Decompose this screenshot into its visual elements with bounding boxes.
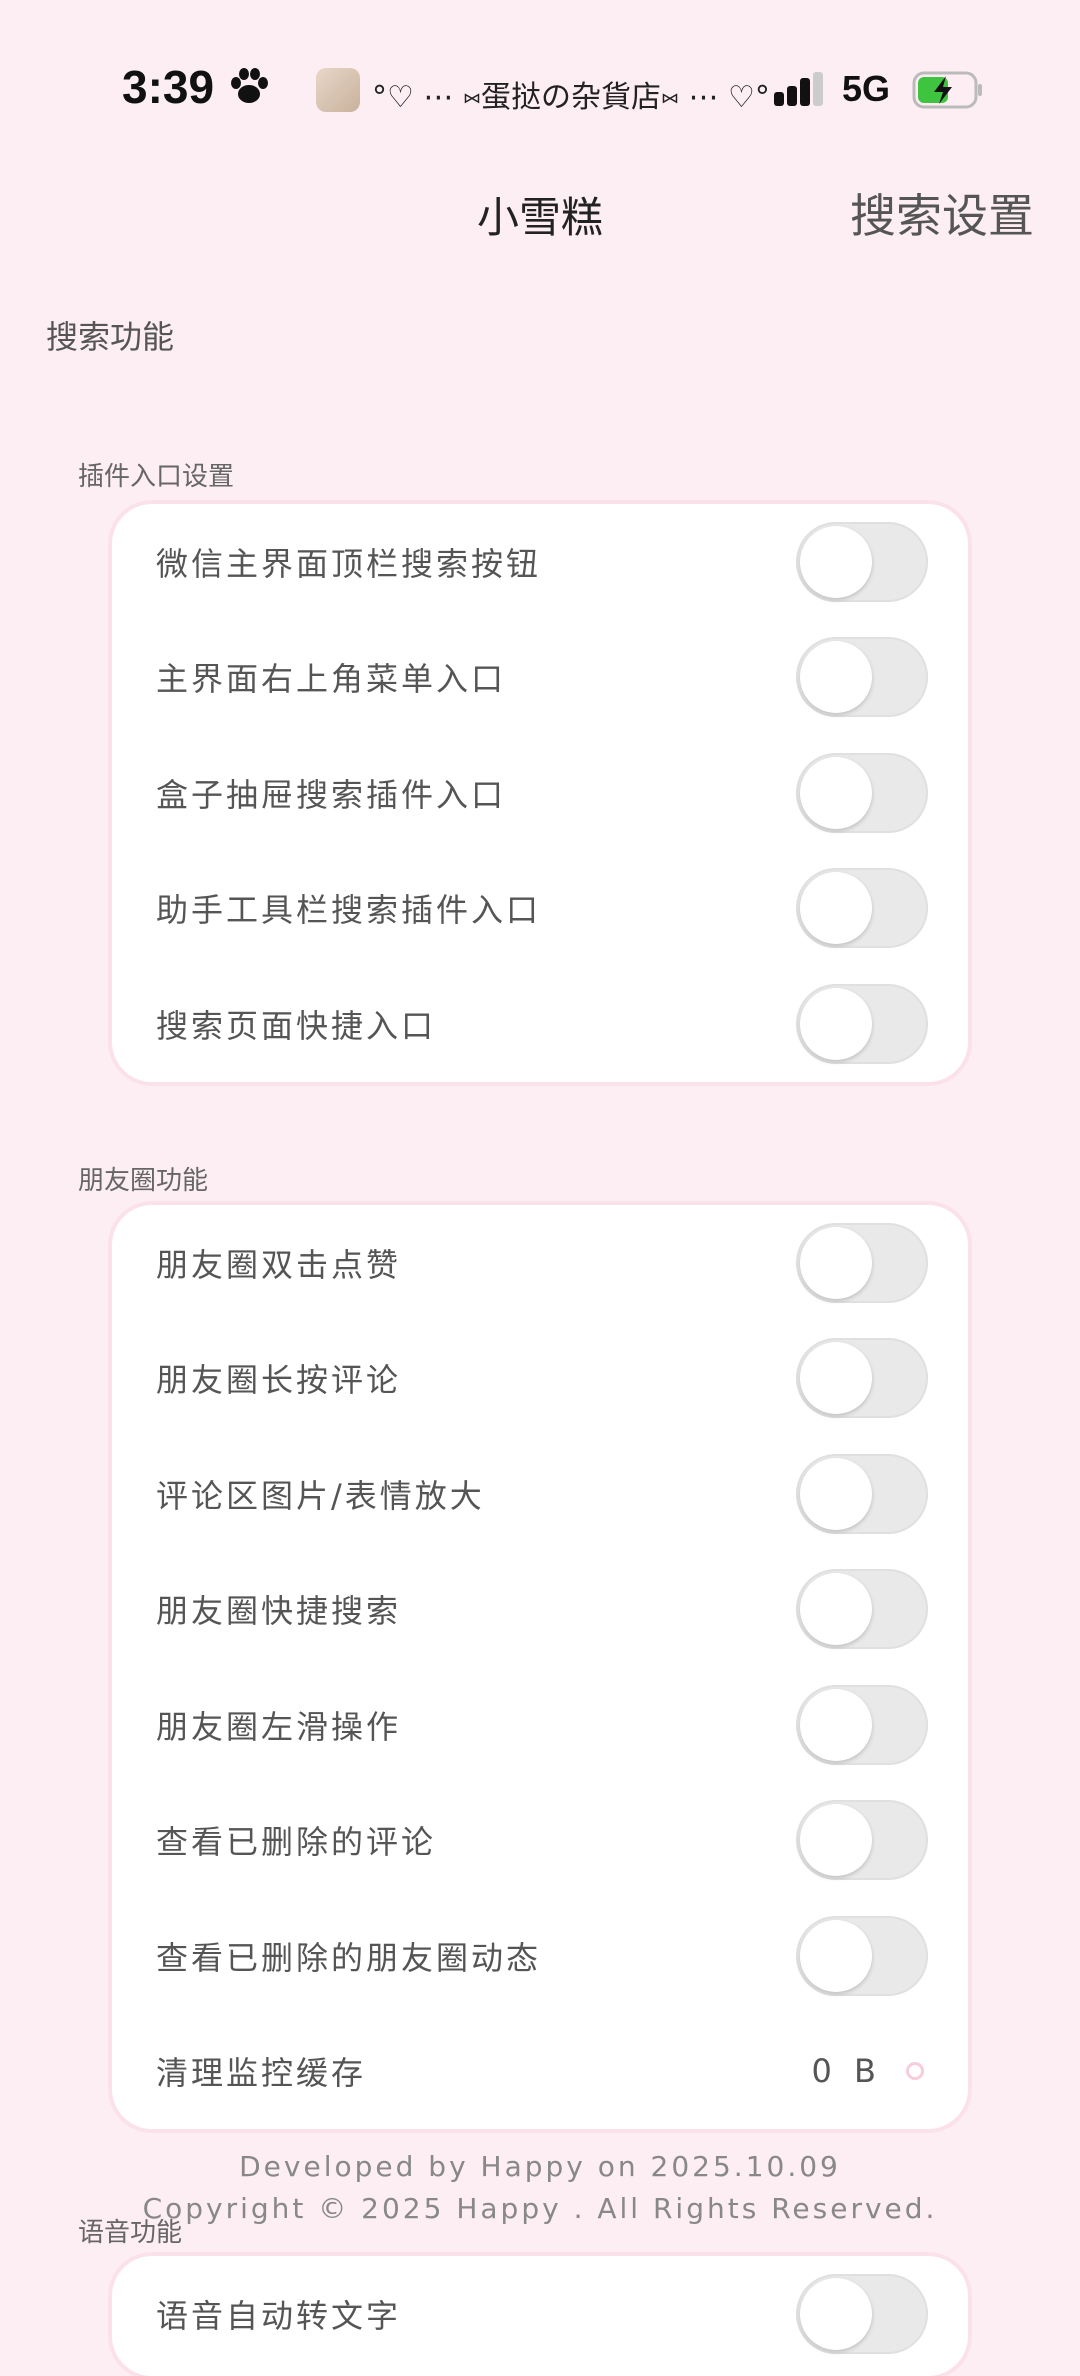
footer-copyright: Copyright © 2025 Happy . All Rights Rese… [142,2192,938,2225]
signal-icon [772,72,826,112]
toggle-knob [800,1804,872,1877]
settings-title: 搜索设置 [850,189,1034,243]
toggle-switch[interactable] [796,868,928,949]
paw-icon [228,66,270,110]
setting-row[interactable]: 搜索页面快捷入口 [112,966,968,1082]
setting-label: 朋友圈左滑操作 [156,1707,402,1746]
toggle-knob [800,1342,872,1415]
setting-label: 朋友圈长按评论 [156,1361,402,1400]
setting-label: 语音自动转文字 [156,2296,402,2335]
battery-charging-icon [912,70,984,114]
toggle-knob [800,641,872,714]
toggle-switch[interactable] [796,1569,928,1650]
setting-label: 盒子抽屉搜索插件入口 [156,775,507,814]
indicator-dot-icon [906,2062,924,2081]
card-moments: 朋友圈双击点赞 朋友圈长按评论 评论区图片/表情放大 朋友圈快捷搜索 朋友圈左滑… [112,1205,968,2129]
toggle-knob [800,2277,872,2350]
toggle-switch[interactable] [796,752,928,833]
toggle-switch[interactable] [796,1338,928,1419]
setting-label: 查看已删除的评论 [156,1823,437,1862]
section-title: 搜索功能 [46,318,175,356]
setting-label: 清理监控缓存 [156,2054,367,2093]
toggle-knob [800,872,872,945]
setting-label: 助手工具栏搜索插件入口 [156,891,542,930]
toggle-knob [800,1573,872,1646]
toggle-switch[interactable] [796,1915,928,1996]
toggle-knob [800,1919,872,1992]
setting-row[interactable]: 朋友圈双击点赞 [112,1205,968,1321]
toggle-switch[interactable] [796,1222,928,1303]
card-plugin-entry: 微信主界面顶栏搜索按钮 主界面右上角菜单入口 盒子抽屉搜索插件入口 助手工具栏搜… [112,504,968,1082]
toggle-switch[interactable] [796,1800,928,1881]
toggle-switch[interactable] [796,521,928,602]
toggle-knob [800,756,872,829]
cache-size-value: 0 B [811,2052,882,2091]
toggle-switch[interactable] [796,1453,928,1534]
clear-cache-row[interactable]: 清理监控缓存 0 B [112,2014,968,2130]
status-bar: 3:39 °♡ ⋯ ⑅蛋挞の杂貨店⑅ ⋯ ♡° 5G [0,50,1080,130]
setting-row[interactable]: 主界面右上角菜单入口 [112,620,968,736]
setting-label: 搜索页面快捷入口 [156,1006,437,1045]
setting-row[interactable]: 评论区图片/表情放大 [112,1436,968,1552]
setting-label: 查看已删除的朋友圈动态 [156,1938,542,1977]
setting-row[interactable]: 盒子抽屉搜索插件入口 [112,735,968,851]
toggle-knob [800,1226,872,1299]
status-time: 3:39 [122,61,215,113]
setting-row[interactable]: 语音自动转文字 [112,2256,968,2372]
setting-row[interactable]: 查看已删除的朋友圈动态 [112,1898,968,2014]
setting-row[interactable]: 朋友圈长按评论 [112,1321,968,1437]
toggle-switch[interactable] [796,1684,928,1765]
setting-label: 朋友圈快捷搜索 [156,1592,402,1631]
toggle-knob [800,987,872,1060]
setting-row[interactable]: 微信主界面顶栏搜索按钮 [112,504,968,620]
setting-row[interactable]: 查看已删除的评论 [112,1783,968,1899]
toggle-knob [800,525,872,598]
notification-avatar [316,68,360,112]
setting-row[interactable]: 朋友圈左滑操作 [112,1667,968,1783]
footer-developer: Developed by Happy on 2025.10.09 [239,2150,841,2183]
status-marquee-text: °♡ ⋯ ⑅蛋挞の杂貨店⑅ ⋯ ♡° [372,80,770,115]
toggle-knob [800,1457,872,1530]
group-label-plugin-entry: 插件入口设置 [78,462,235,492]
network-type: 5G [842,68,891,109]
toggle-switch[interactable] [796,983,928,1064]
card-voice: 语音自动转文字 [112,2256,968,2376]
setting-row[interactable]: 助手工具栏搜索插件入口 [112,851,968,967]
group-label-moments: 朋友圈功能 [78,1166,209,1196]
setting-label: 朋友圈双击点赞 [156,1245,402,1284]
setting-row[interactable]: 朋友圈快捷搜索 [112,1552,968,1668]
setting-label: 评论区图片/表情放大 [156,1476,485,1515]
toggle-switch[interactable] [796,637,928,718]
setting-label: 主界面右上角菜单入口 [156,660,507,699]
toggle-knob [800,1688,872,1761]
toggle-switch[interactable] [796,2273,928,2354]
setting-label: 微信主界面顶栏搜索按钮 [156,544,542,583]
